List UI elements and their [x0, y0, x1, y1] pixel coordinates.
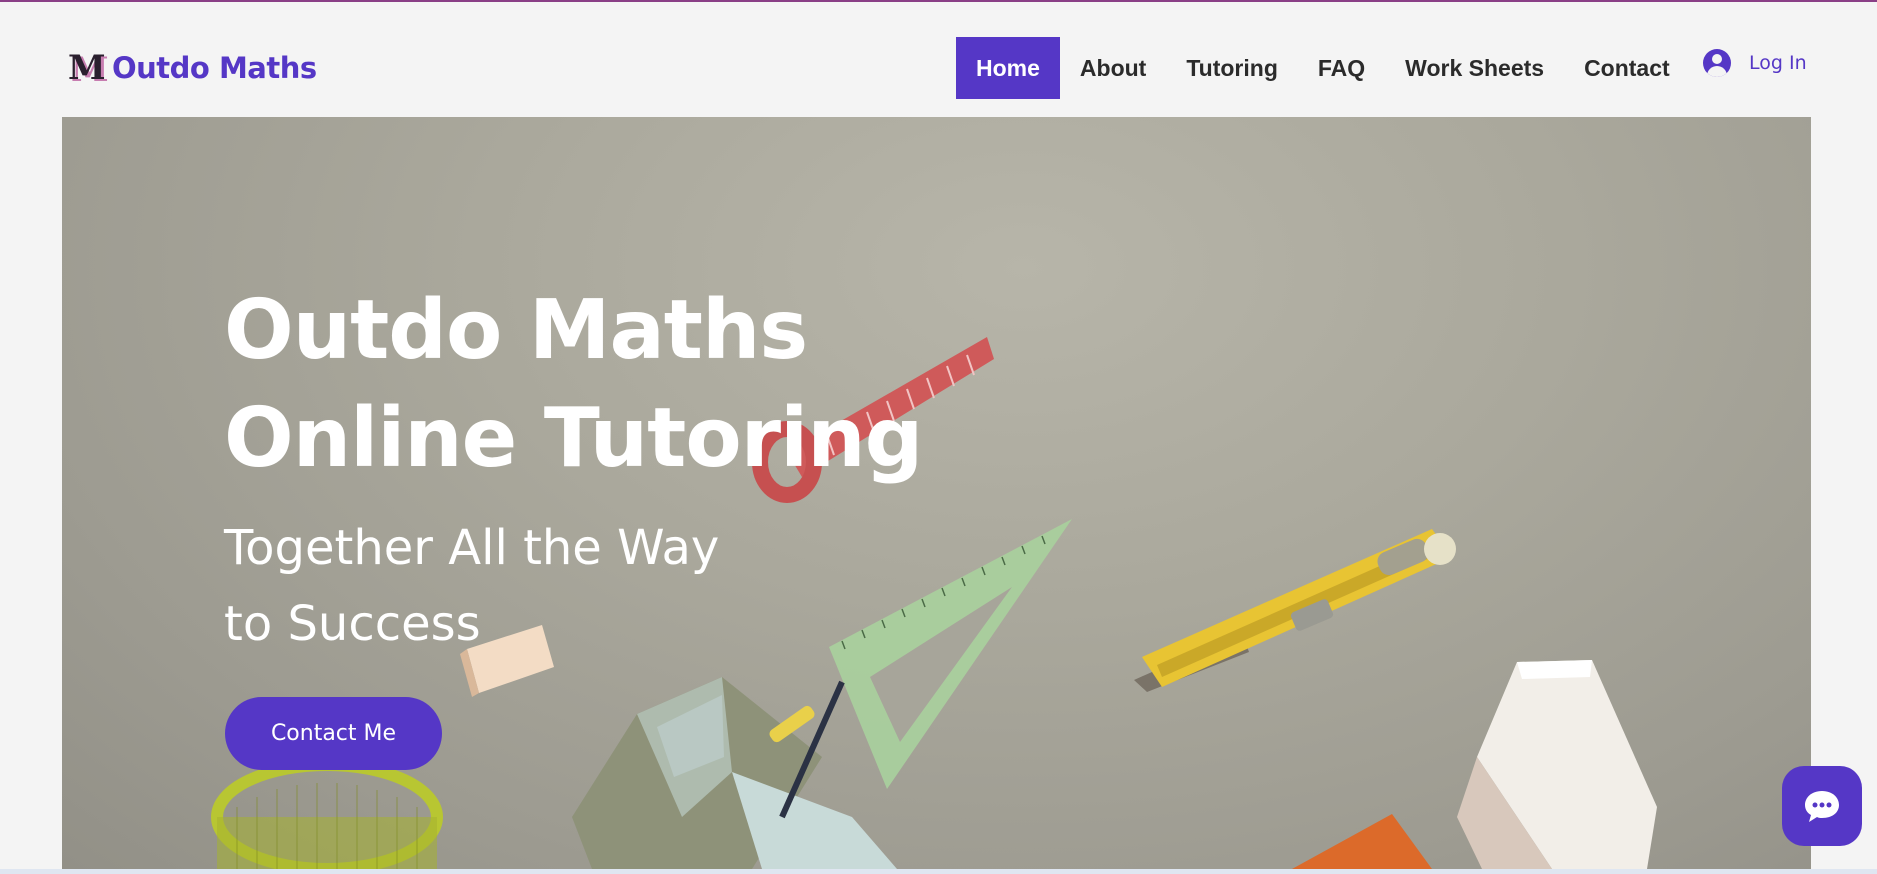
login-label: Log In: [1749, 52, 1807, 74]
logo-mark-icon: M M: [68, 48, 109, 90]
user-avatar-icon: [1703, 49, 1731, 77]
nav-item-contact[interactable]: Contact: [1564, 37, 1690, 99]
bottom-strip: [0, 869, 1877, 874]
contact-me-button[interactable]: Contact Me: [225, 697, 442, 770]
hero-section: Outdo Maths Online Tutoring Together All…: [62, 117, 1811, 869]
chat-bubble-icon: [1805, 791, 1839, 822]
nav-item-tutoring[interactable]: Tutoring: [1166, 37, 1298, 99]
site-header: M M Outdo Maths Home About Tutoring FAQ …: [0, 0, 1877, 117]
site-logo[interactable]: M M Outdo Maths: [68, 48, 317, 90]
orange-block-illustration: [1292, 814, 1432, 869]
nav-item-work-sheets[interactable]: Work Sheets: [1385, 37, 1564, 99]
hero-subtitle-line-2: to Success: [224, 596, 481, 652]
nav-item-home[interactable]: Home: [956, 37, 1060, 99]
nav-item-about[interactable]: About: [1060, 37, 1166, 99]
utility-knife-illustration: [1134, 529, 1456, 692]
hero-title: Outdo Maths Online Tutoring: [224, 277, 1124, 493]
nav-item-faq[interactable]: FAQ: [1298, 37, 1385, 99]
mesh-cup-illustration: [211, 759, 443, 869]
hero-title-line-1: Outdo Maths: [224, 283, 808, 378]
hero-title-line-2: Online Tutoring: [224, 391, 923, 486]
main-nav: Home About Tutoring FAQ Work Sheets Cont…: [956, 37, 1690, 99]
login-button[interactable]: Log In: [1703, 49, 1807, 77]
hero-subtitle-line-1: Together All the Way: [224, 520, 720, 576]
hero-subtitle: Together All the Way to Success: [224, 510, 924, 662]
chat-button[interactable]: [1782, 766, 1862, 846]
notepad-illustration: [1457, 660, 1657, 869]
desk-organizer-illustration: [572, 677, 897, 869]
logo-text: Outdo Maths: [112, 51, 317, 85]
